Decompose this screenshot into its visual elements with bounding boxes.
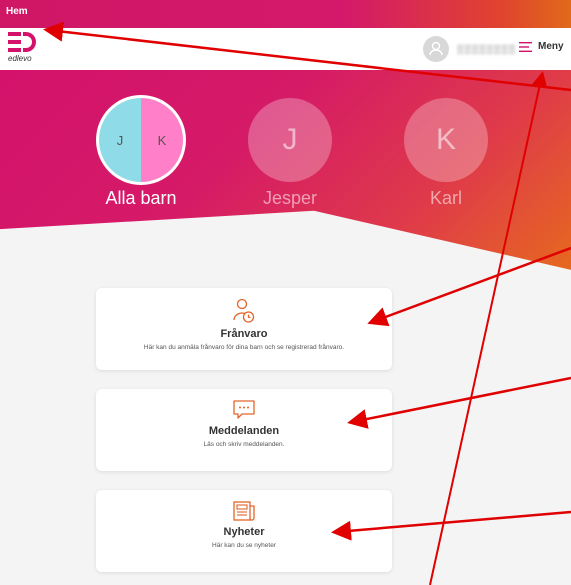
- child-all[interactable]: J K Alla barn: [86, 98, 196, 209]
- hamburger-icon: [519, 41, 532, 52]
- card-nyheter[interactable]: Nyheter Här kan du se nyheter: [96, 490, 392, 572]
- child-name-all: Alla barn: [105, 188, 177, 208]
- user-profile[interactable]: ▒▒▒▒▒▒▒▒: [423, 35, 516, 63]
- top-strip: Hem: [0, 0, 571, 28]
- menu-button[interactable]: Meny: [519, 41, 564, 52]
- avatar: [423, 36, 449, 62]
- initial-j: J: [99, 98, 141, 182]
- child-avatar-karl: K: [404, 98, 488, 182]
- child-jesper[interactable]: J Jesper: [235, 98, 345, 209]
- card-desc-meddelanden: Läs och skriv meddelanden.: [203, 441, 285, 448]
- card-desc-nyheter: Här kan du se nyheter: [212, 542, 276, 549]
- app-header: edlevo ▒▒▒▒▒▒▒▒ Meny: [0, 28, 571, 71]
- logo-mark-icon: [8, 32, 36, 52]
- person-clock-icon: [233, 298, 255, 323]
- brand-wordmark: edlevo: [8, 54, 32, 63]
- edlevo-logo[interactable]: edlevo: [8, 32, 48, 66]
- newspaper-icon: [233, 501, 255, 521]
- card-desc-franvaro: Här kan du anmäla frånvaro för dina barn…: [143, 344, 345, 351]
- menu-label: Meny: [538, 41, 564, 52]
- initial-k: K: [141, 98, 183, 182]
- home-link[interactable]: Hem: [6, 6, 28, 17]
- card-meddelanden[interactable]: Meddelanden Läs och skriv meddelanden.: [96, 389, 392, 471]
- child-avatar-all: J K: [99, 98, 183, 182]
- chat-bubble-icon: [233, 400, 255, 419]
- card-title-franvaro: Frånvaro: [220, 328, 268, 340]
- child-avatar-jesper: J: [248, 98, 332, 182]
- user-icon: [429, 41, 443, 56]
- child-name-karl: Karl: [429, 188, 462, 208]
- card-title-nyheter: Nyheter: [223, 526, 265, 538]
- card-franvaro[interactable]: Frånvaro Här kan du anmäla frånvaro för …: [96, 288, 392, 370]
- user-name: ▒▒▒▒▒▒▒▒: [457, 44, 517, 54]
- child-name-jesper: Jesper: [262, 188, 318, 208]
- card-title-meddelanden: Meddelanden: [208, 425, 280, 437]
- child-karl[interactable]: K Karl: [391, 98, 501, 209]
